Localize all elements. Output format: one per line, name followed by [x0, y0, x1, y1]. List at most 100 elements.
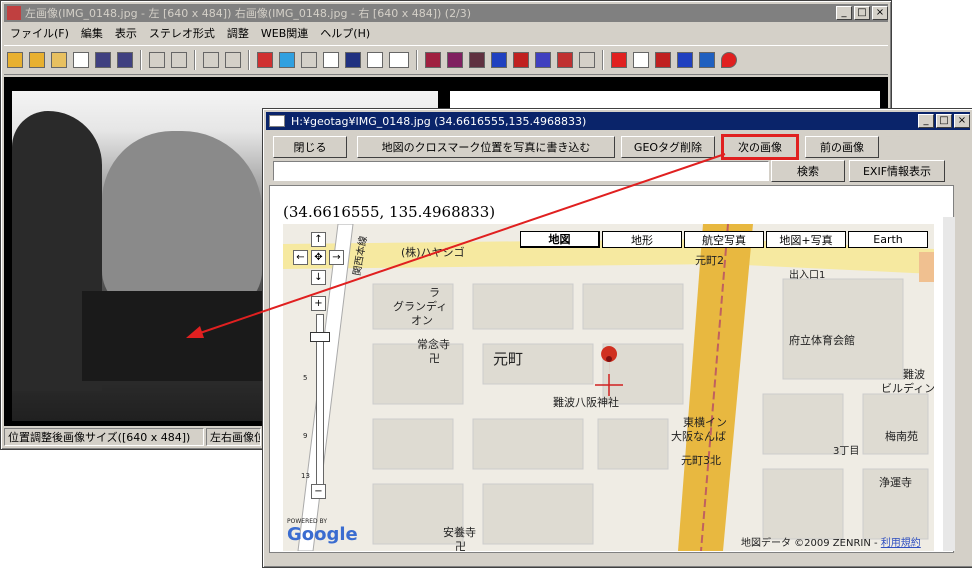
snowflake-icon[interactable]: [699, 52, 715, 68]
maptype-satellite[interactable]: 航空写真: [684, 231, 764, 248]
cross-icon[interactable]: [655, 52, 671, 68]
map-scrollbar[interactable]: [943, 217, 955, 551]
frame2-icon[interactable]: [301, 52, 317, 68]
menu-edit[interactable]: 編集: [75, 25, 109, 41]
toolbar: [4, 45, 888, 75]
color-mode-2-icon[interactable]: [447, 52, 463, 68]
label-toyoko-2: 大阪なんば: [671, 430, 726, 443]
geotag-title: H:¥geotag¥IMG_0148.jpg (34.6616555,135.4…: [291, 114, 587, 128]
label-motomachi3n: 元町3北: [681, 454, 721, 467]
maptype-terrain[interactable]: 地形: [602, 231, 682, 248]
stage-shape: [82, 291, 272, 381]
map-pin-icon[interactable]: [721, 52, 737, 68]
menu-help[interactable]: ヘルプ(H): [314, 25, 376, 41]
menu-file[interactable]: ファイル(F): [4, 25, 75, 41]
search-button[interactable]: 検索: [771, 160, 845, 182]
undo-icon[interactable]: [203, 52, 219, 68]
redo-icon[interactable]: [225, 52, 241, 68]
lion-head-shape: [102, 131, 262, 311]
zoom-out-button[interactable]: −: [311, 484, 326, 499]
label-umenan: 梅南苑: [885, 430, 918, 443]
label-shrine: 難波八阪神社: [553, 396, 619, 409]
color-mode-6-icon[interactable]: [535, 52, 551, 68]
window-icon[interactable]: [73, 52, 89, 68]
orange-block: [919, 252, 934, 282]
minimize-button[interactable]: _: [918, 114, 934, 128]
toolbar-separator: [140, 50, 142, 70]
toolbar-separator: [416, 50, 418, 70]
color-mode-1-icon[interactable]: [425, 52, 441, 68]
pan-center-button[interactable]: ✥: [311, 250, 326, 265]
map-copyright: 地図データ ©2009 ZENRIN - 利用規約: [741, 534, 921, 549]
exif-button[interactable]: EXIF情報表示: [849, 160, 945, 182]
close-window-button[interactable]: ×: [872, 6, 888, 20]
toolbar-separator: [248, 50, 250, 70]
color-mode-7-icon[interactable]: [557, 52, 573, 68]
fit-icon[interactable]: [367, 52, 383, 68]
move-icon[interactable]: [171, 52, 187, 68]
color-mode-4-icon[interactable]: [491, 52, 507, 68]
open-folder-icon[interactable]: [7, 52, 23, 68]
app-icon: [7, 6, 21, 20]
maximize-button[interactable]: □: [936, 114, 952, 128]
label-gym: 府立体育会館: [789, 334, 855, 347]
zoom-100-icon[interactable]: [389, 52, 409, 68]
open-file-icon[interactable]: [51, 52, 67, 68]
label-chome3: 3丁目: [833, 446, 860, 457]
frame-icon[interactable]: [279, 52, 295, 68]
pan-right-button[interactable]: →: [329, 250, 344, 265]
parallel-icon[interactable]: [677, 52, 693, 68]
coordinates-label: (34.6616555, 135.4968833): [283, 203, 496, 221]
prev-image-button[interactable]: 前の画像: [805, 136, 879, 158]
maptype-hybrid[interactable]: 地図+写真: [766, 231, 846, 248]
save-icon[interactable]: [95, 52, 111, 68]
minimize-button[interactable]: _: [836, 6, 852, 20]
color-mode-5-icon[interactable]: [513, 52, 529, 68]
close-button[interactable]: 閉じる: [273, 136, 347, 158]
main-titlebar: 左画像(IMG_0148.jpg - 左 [640 x 484]) 右画像(IM…: [4, 4, 888, 22]
blocks: [372, 278, 929, 545]
pan-left-button[interactable]: ←: [293, 250, 308, 265]
label-hayashigo: (株)ハヤシゴ: [401, 246, 465, 259]
auto-icon[interactable]: [633, 52, 649, 68]
search-input[interactable]: [273, 161, 769, 181]
google-map[interactable]: 地図 地形 航空写真 地図+写真 Earth ↑ ← ✥ → ↓ + 5 9 1…: [283, 224, 934, 551]
crop-icon[interactable]: [149, 52, 165, 68]
label-anyoji-mark: 卍: [455, 540, 466, 551]
stereo-icon[interactable]: [257, 52, 273, 68]
main-title: 左画像(IMG_0148.jpg - 左 [640 x 484]) 右画像(IM…: [25, 7, 472, 20]
pan-down-button[interactable]: ↓: [311, 270, 326, 285]
label-jonenji-mark: 卍: [429, 352, 440, 365]
zoom-slider-thumb[interactable]: [310, 332, 330, 342]
write-crossmark-button[interactable]: 地図のクロスマーク位置を写真に書き込む: [357, 136, 615, 158]
geotag-titlebar: H:¥geotag¥IMG_0148.jpg (34.6616555,135.4…: [266, 112, 970, 130]
label-grandi-3: オン: [411, 314, 433, 327]
fullscreen-icon[interactable]: [323, 52, 339, 68]
glasses-icon[interactable]: [579, 52, 595, 68]
save-as-icon[interactable]: [117, 52, 133, 68]
next-image-button[interactable]: 次の画像: [721, 134, 799, 160]
zoom-number-5: 5: [303, 374, 308, 382]
open-web-icon[interactable]: [29, 52, 45, 68]
label-shinkyo: 浄運寺: [879, 476, 912, 489]
delete-geotag-button[interactable]: GEOタグ削除: [621, 136, 715, 158]
prev-next-icon[interactable]: [345, 52, 361, 68]
maximize-button[interactable]: □: [854, 6, 870, 20]
pan-up-button[interactable]: ↑: [311, 232, 326, 247]
anaglyph-icon[interactable]: [611, 52, 627, 68]
menu-adjust[interactable]: 調整: [221, 25, 255, 41]
google-logo: Google: [287, 524, 358, 545]
zoom-in-button[interactable]: +: [311, 296, 326, 311]
label-motomachi2: 元町2: [695, 254, 724, 267]
maptype-earth[interactable]: Earth: [848, 231, 928, 248]
color-mode-3-icon[interactable]: [469, 52, 485, 68]
maptype-map[interactable]: 地図: [520, 231, 600, 248]
menu-stereo[interactable]: ステレオ形式: [143, 25, 221, 41]
label-namba-bldg-2: ビルディン: [881, 382, 934, 395]
menu-web[interactable]: WEB関連: [255, 25, 314, 41]
terms-link[interactable]: 利用規約: [881, 538, 921, 549]
map-svg: [283, 224, 934, 551]
close-window-button[interactable]: ×: [954, 114, 970, 128]
zoom-number-13: 13: [301, 472, 310, 480]
menu-view[interactable]: 表示: [109, 25, 143, 41]
